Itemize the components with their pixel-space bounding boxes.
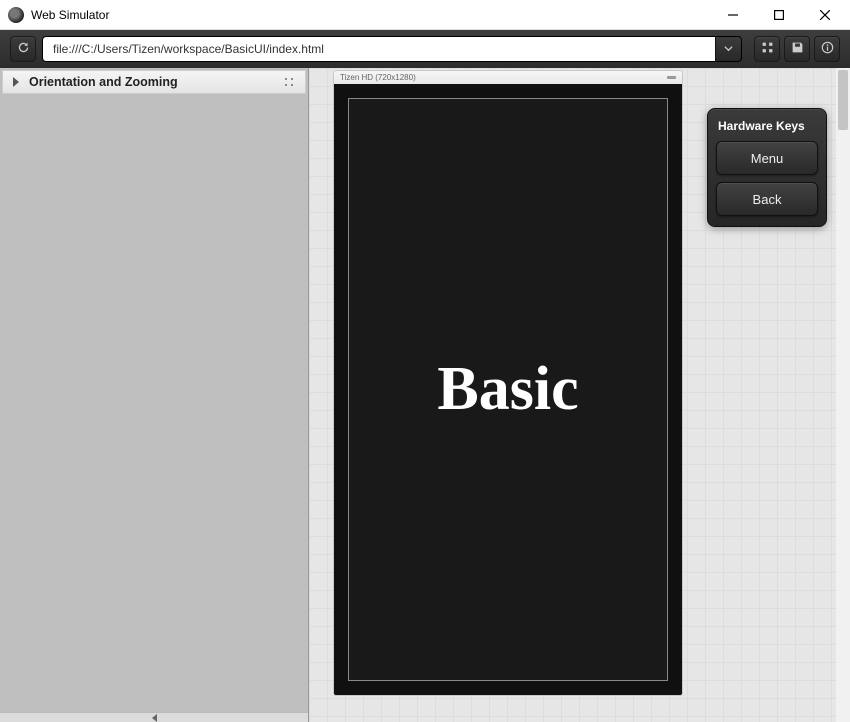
save-icon (791, 41, 804, 57)
device-frame: Tizen HD (720x1280) Basic (333, 70, 683, 696)
url-dropdown-button[interactable] (715, 37, 741, 61)
device-minimize-button[interactable] (667, 76, 676, 79)
chevron-down-icon (724, 42, 733, 56)
accordion-label: Orientation and Zooming (29, 75, 178, 89)
window-controls (710, 1, 848, 29)
reload-icon (17, 41, 30, 57)
app-icon (8, 7, 24, 23)
device-header[interactable]: Tizen HD (720x1280) (333, 70, 683, 84)
workspace: Orientation and Zooming Tizen HD (720x12… (0, 68, 850, 722)
info-icon (821, 41, 834, 57)
hardware-menu-button[interactable]: Menu (716, 141, 818, 175)
save-button[interactable] (784, 36, 810, 62)
hardware-keys-title: Hardware Keys (718, 119, 816, 133)
grip-icon (284, 77, 295, 88)
info-button[interactable] (814, 36, 840, 62)
toolbar-right-group (754, 36, 840, 62)
accordion-orientation-zooming[interactable]: Orientation and Zooming (2, 70, 306, 94)
window-title: Web Simulator (31, 8, 710, 22)
window-minimize-button[interactable] (710, 1, 756, 29)
window-titlebar: Web Simulator (0, 0, 850, 30)
device-screen-text: Basic (437, 354, 578, 425)
url-input[interactable] (43, 37, 715, 61)
sidebar-body (0, 96, 308, 712)
hardware-keys-panel: Hardware Keys Menu Back (707, 108, 827, 227)
panel-icon (761, 41, 774, 57)
sidebar: Orientation and Zooming (0, 68, 309, 722)
vertical-scrollbar[interactable] (836, 68, 850, 722)
sidebar-resize-handle[interactable] (0, 712, 308, 722)
panel-toggle-button[interactable] (754, 36, 780, 62)
device-screen: Basic (348, 98, 668, 681)
scrollbar-thumb[interactable] (838, 70, 848, 130)
device-body: Basic (333, 84, 683, 696)
device-header-label: Tizen HD (720x1280) (340, 73, 416, 82)
window-close-button[interactable] (802, 1, 848, 29)
hardware-back-button[interactable]: Back (716, 182, 818, 216)
url-field (42, 36, 742, 62)
simulator-canvas: Tizen HD (720x1280) Basic Hardware Keys … (309, 68, 850, 722)
window-maximize-button[interactable] (756, 1, 802, 29)
reload-button[interactable] (10, 36, 36, 62)
toolbar (0, 30, 850, 68)
chevron-right-icon (13, 77, 19, 87)
